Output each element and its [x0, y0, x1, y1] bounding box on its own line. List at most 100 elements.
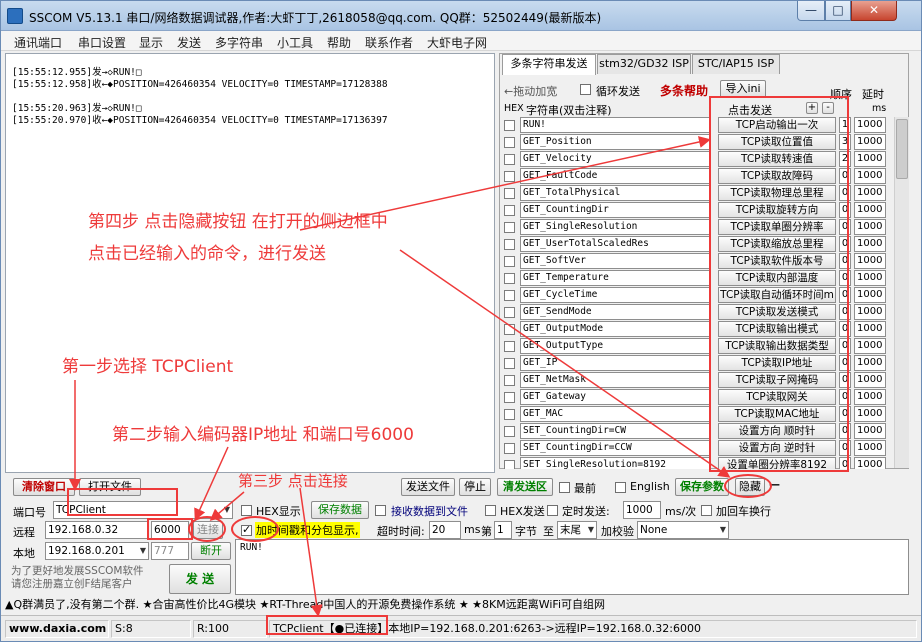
hex-checkbox[interactable] — [504, 324, 515, 335]
disconnect-button[interactable]: 断开 — [191, 542, 231, 560]
hex-checkbox[interactable] — [504, 256, 515, 267]
english-checkbox[interactable] — [615, 482, 626, 493]
menu-send[interactable]: 发送 — [177, 34, 201, 51]
minimize-button[interactable]: — — [797, 1, 825, 21]
send-file-button[interactable]: 发送文件 — [401, 478, 455, 496]
send-command-button[interactable]: 设置方向 逆时针 — [718, 440, 836, 456]
hex-checkbox[interactable] — [504, 375, 515, 386]
send-command-button[interactable]: TCP读取故障码 — [718, 168, 836, 184]
command-input[interactable]: GET_NetMask — [520, 372, 710, 388]
menu-comm-port[interactable]: 通讯端口 — [14, 34, 62, 51]
order-input[interactable]: 0 — [839, 304, 851, 320]
recv-to-file-checkbox[interactable] — [375, 505, 386, 516]
order-input[interactable]: 3 — [839, 134, 851, 150]
promo-text[interactable]: 为了更好地发展SSCOM软件 请您注册嘉立创F结尾客户 — [11, 565, 144, 591]
command-input[interactable]: GET_TotalPhysical — [520, 185, 710, 201]
command-input[interactable]: GET_CycleTime — [520, 287, 710, 303]
send-command-button[interactable]: TCP读取子网掩码 — [718, 372, 836, 388]
order-input[interactable]: 0 — [839, 389, 851, 405]
delay-input[interactable]: 1000 — [854, 151, 886, 167]
command-input[interactable]: GET_Velocity — [520, 151, 710, 167]
clear-window-button[interactable]: 清除窗口 — [13, 478, 75, 496]
command-input[interactable]: SET_SingleResolution=8192 — [520, 457, 710, 469]
menu-daxia-site[interactable]: 大虾电子网 — [427, 34, 487, 51]
hex-checkbox[interactable] — [504, 409, 515, 420]
add-row-button[interactable]: + — [806, 102, 818, 114]
connect-button[interactable]: 连接 — [193, 521, 223, 539]
command-input[interactable]: GET_SendMode — [520, 304, 710, 320]
hex-checkbox[interactable] — [504, 290, 515, 301]
command-input[interactable]: GET_OutputMode — [520, 321, 710, 337]
order-input[interactable]: 0 — [839, 440, 851, 456]
order-input[interactable]: 1 — [839, 117, 851, 133]
delay-input[interactable]: 1000 — [854, 440, 886, 456]
order-input[interactable]: 0 — [839, 406, 851, 422]
timed-interval-input[interactable]: 1000 — [623, 501, 661, 519]
menu-multi-string[interactable]: 多字符串 — [215, 34, 263, 51]
hex-checkbox[interactable] — [504, 137, 515, 148]
delay-input[interactable]: 1000 — [854, 117, 886, 133]
order-input[interactable]: 0 — [839, 457, 851, 469]
command-input[interactable]: GET_OutputType — [520, 338, 710, 354]
hex-checkbox[interactable] — [504, 358, 515, 369]
hex-checkbox[interactable] — [504, 307, 515, 318]
add-crlf-checkbox[interactable] — [701, 505, 712, 516]
command-input[interactable]: GET_Position — [520, 134, 710, 150]
hex-checkbox[interactable] — [504, 273, 515, 284]
multi-help-link[interactable]: 多条帮助 — [660, 82, 708, 99]
command-input[interactable]: GET_SingleResolution — [520, 219, 710, 235]
command-input[interactable]: GET_UserTotalScaledRes — [520, 236, 710, 252]
delay-input[interactable]: 1000 — [854, 355, 886, 371]
port-select[interactable]: TCPClient — [53, 501, 233, 519]
order-input[interactable]: 0 — [839, 321, 851, 337]
order-input[interactable]: 0 — [839, 355, 851, 371]
hex-checkbox[interactable] — [504, 443, 515, 454]
menu-contact-author[interactable]: 联系作者 — [365, 34, 413, 51]
send-command-button[interactable]: TCP读取位置值 — [718, 134, 836, 150]
send-command-button[interactable]: TCP读取旋转方向 — [718, 202, 836, 218]
send-command-button[interactable]: TCP读取发送模式 — [718, 304, 836, 320]
timed-send-checkbox[interactable] — [547, 505, 558, 516]
delay-input[interactable]: 1000 — [854, 423, 886, 439]
hex-checkbox[interactable] — [504, 154, 515, 165]
command-input[interactable]: SET_CountingDir=CW — [520, 423, 710, 439]
delay-input[interactable]: 1000 — [854, 389, 886, 405]
stop-button[interactable]: 停止 — [459, 478, 491, 496]
tab-stc-isp[interactable]: STC/IAP15 ISP — [692, 54, 780, 74]
send-command-button[interactable]: 设置方向 顺时针 — [718, 423, 836, 439]
menu-display[interactable]: 显示 — [139, 34, 163, 51]
status-site[interactable]: www.daxia.com — [5, 620, 109, 638]
hex-checkbox[interactable] — [504, 426, 515, 437]
send-command-button[interactable]: TCP启动输出一次 — [718, 117, 836, 133]
remote-port-input[interactable]: 6000 — [151, 521, 189, 539]
command-input[interactable]: GET_Temperature — [520, 270, 710, 286]
frontmost-checkbox[interactable] — [559, 482, 570, 493]
ad-bar[interactable]: ▲Q群满员了,没有第二个群. ★合宙高性价比4G模块 ★RT-Thread中国人… — [5, 597, 919, 613]
order-input[interactable]: 0 — [839, 423, 851, 439]
command-input[interactable]: GET_MAC — [520, 406, 710, 422]
collapse-dash[interactable]: — — [769, 478, 780, 491]
order-input[interactable]: 0 — [839, 168, 851, 184]
tab-stm32-isp[interactable]: stm32/GD32 ISP — [597, 54, 691, 74]
delay-input[interactable]: 1000 — [854, 457, 886, 469]
save-data-button[interactable]: 保存数据 — [311, 501, 369, 519]
send-input-area[interactable]: RUN! — [235, 539, 909, 595]
command-input[interactable]: GET_SoftVer — [520, 253, 710, 269]
send-command-button[interactable]: TCP读取转速值 — [718, 151, 836, 167]
hex-checkbox[interactable] — [504, 222, 515, 233]
send-command-button[interactable]: TCP读取MAC地址 — [718, 406, 836, 422]
maximize-button[interactable]: □ — [825, 1, 851, 21]
hex-checkbox[interactable] — [504, 171, 515, 182]
tab-multi-string[interactable]: 多条字符串发送 — [502, 54, 596, 75]
delay-input[interactable]: 1000 — [854, 236, 886, 252]
delay-input[interactable]: 1000 — [854, 134, 886, 150]
hex-checkbox[interactable] — [504, 460, 515, 469]
save-params-button[interactable]: 保存参数 — [675, 478, 729, 496]
hex-checkbox[interactable] — [504, 392, 515, 403]
order-input[interactable]: 0 — [839, 338, 851, 354]
send-command-button[interactable]: TCP读取内部温度 — [718, 270, 836, 286]
send-command-button[interactable]: 设置单圈分辨率8192 — [718, 457, 836, 469]
menu-help[interactable]: 帮助 — [327, 34, 351, 51]
send-command-button[interactable]: TCP读取输出数据类型 — [718, 338, 836, 354]
send-command-button[interactable]: TCP读取单圈分辨率 — [718, 219, 836, 235]
